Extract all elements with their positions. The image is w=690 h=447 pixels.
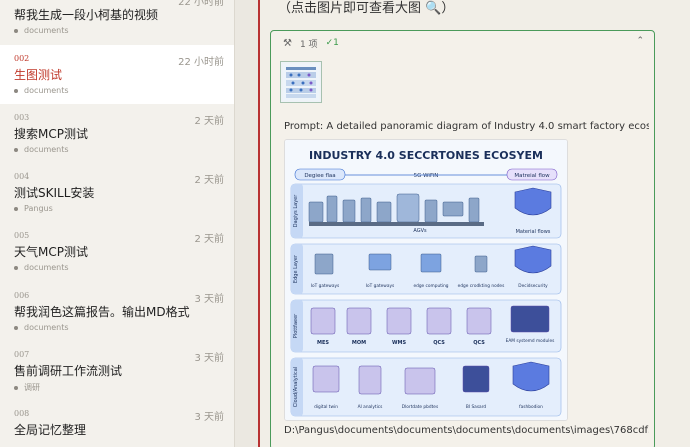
item-count: 1 项 (299, 39, 318, 50)
conversation-item[interactable]: 004 2 天前 测试SKILL安装 Pangus (0, 163, 234, 222)
conversation-number: 008 (14, 409, 30, 418)
dot-icon (14, 385, 18, 390)
row-label: Edge Layer (293, 254, 299, 283)
conversation-title: 测试SKILL安装 (14, 186, 95, 200)
conversation-tag: 调研 (14, 382, 40, 393)
success-count: ✓1 (325, 38, 339, 48)
image-path: D:\Pangus\documents\documents\documents\… (284, 425, 649, 436)
row-label: Plottfaeer (293, 313, 299, 338)
prompt-text: Prompt: A detailed panoramic diagram of … (284, 121, 649, 132)
row-item-label: edge computing (413, 283, 448, 289)
diagram-title: INDUSTRY 4.0 SECCRTONES ECOSYEM (309, 149, 543, 162)
conversation-number: 007 (14, 350, 30, 359)
conversation-number: 003 (14, 113, 30, 122)
conversation-title: 全局记忆整理 (14, 423, 87, 437)
image-thumbnail[interactable] (280, 61, 322, 103)
chat-main: （点击图片即可查看大图 🔍） ⚒ 1 项 ✓1 ⌃ Prompt: A deta… (260, 0, 690, 447)
conversation-tag-label: documents (24, 263, 69, 272)
thumbnail-graphic (283, 64, 319, 100)
conversation-title: 帮我生成一段小柯基的视频 (14, 8, 159, 22)
conversation-tag: documents (14, 26, 69, 35)
conversation-tag-label: documents (24, 26, 69, 35)
conversation-number: 005 (14, 231, 30, 240)
conversation-item[interactable]: 003 2 天前 搜索MCP测试 documents (0, 104, 234, 163)
conversation-item[interactable]: 005 2 天前 天气MCP测试 documents (0, 222, 234, 281)
conversation-time: 22 小时前 (178, 0, 224, 8)
conversation-tag-label: documents (24, 86, 69, 95)
row-label: Dagiys Layer (293, 194, 299, 228)
dot-icon (14, 265, 18, 270)
conversation-item[interactable]: 006 3 天前 帮我润色这篇报告。输出MD格式 documents (0, 282, 234, 341)
row-item-label: QCS (473, 340, 485, 346)
app-window: 22 小时前 帮我生成一段小柯基的视频 documents 002 22 小时前… (0, 0, 690, 447)
dot-icon (14, 206, 18, 211)
conversation-tag: documents (14, 263, 69, 272)
conversation-sidebar: 22 小时前 帮我生成一段小柯基的视频 documents 002 22 小时前… (0, 0, 234, 447)
conversation-time: 2 天前 (194, 175, 224, 186)
conversation-title: 生图测试 (14, 68, 63, 82)
row-label: Cloud/Analytical (293, 367, 299, 408)
row-item-label: AI analytics (358, 404, 384, 410)
conversation-tag: documents (14, 323, 69, 332)
row-item-label: MOM (352, 340, 366, 346)
top-label: 5G WiFiN (414, 173, 439, 179)
conversation-tag-label: Pangus (24, 204, 53, 213)
dot-icon (14, 88, 18, 93)
conversation-tag: Pangus (14, 204, 53, 213)
row-item-label: QCS (433, 340, 445, 346)
conversation-title: 售前调研工作流测试 (14, 364, 123, 378)
conversation-title: 搜索MCP测试 (14, 127, 88, 141)
row-item-label: EAM systemd modules (506, 338, 555, 344)
generated-image[interactable]: INDUSTRY 4.0 SECCRTONES ECOSYEM Degiee f… (284, 139, 568, 421)
top-label: Matreial flow (514, 173, 550, 179)
conversation-title: 天气MCP测试 (14, 245, 88, 259)
conversation-time: 2 天前 (194, 234, 224, 245)
dot-icon (14, 147, 18, 152)
row-item-label: WMS (392, 340, 406, 346)
conversation-tag-label: documents (24, 145, 69, 154)
row-item-label: edge crodkting nodes (458, 283, 505, 289)
tool-result-card: ⚒ 1 项 ✓1 ⌃ Prompt: A detailed panoramic … (270, 30, 655, 447)
conversation-item[interactable]: 008 3 天前 全局记忆整理 (0, 400, 234, 447)
conversation-item-active[interactable]: 002 22 小时前 生图测试 documents (0, 45, 234, 104)
conversation-tag: documents (14, 86, 69, 95)
conversation-tag: documents (14, 145, 69, 154)
row-item-label: IoT gateways (311, 283, 340, 289)
row-item-label: fashbodion (519, 404, 543, 410)
row-item-label: AGVs (413, 228, 427, 234)
row-item-label: Dlortdate pbdtes (402, 404, 439, 410)
conversation-time: 2 天前 (194, 116, 224, 127)
conversation-tag-label: documents (24, 323, 69, 332)
row-item-label: BI Sasard (466, 404, 487, 410)
conversation-time: 3 天前 (194, 353, 224, 364)
industry-diagram: INDUSTRY 4.0 SECCRTONES ECOSYEM Degiee f… (285, 140, 567, 420)
conversation-number: 006 (14, 291, 30, 300)
conversation-item[interactable]: 007 3 天前 售前调研工作流测试 调研 (0, 341, 234, 400)
conversation-title: 帮我润色这篇报告。输出MD格式 (14, 305, 190, 319)
card-header[interactable]: ⚒ 1 项 ✓1 ⌃ (271, 31, 654, 55)
image-hint: （点击图片即可查看大图 🔍） (278, 1, 455, 16)
dot-icon (14, 28, 18, 33)
conversation-time: 22 小时前 (178, 57, 224, 68)
conversation-item[interactable]: 22 小时前 帮我生成一段小柯基的视频 documents (0, 0, 234, 44)
row-item-label: digital twin (314, 404, 338, 410)
panel-divider[interactable] (234, 0, 260, 447)
row-item-label: Material flows (516, 229, 551, 235)
row-item-label: IoT gateways (366, 283, 395, 289)
top-label: Degiee flaa (304, 173, 335, 179)
conversation-number: 004 (14, 172, 30, 181)
row-item-label: MES (317, 340, 329, 346)
conversation-number: 002 (14, 54, 30, 63)
conversation-tag-label: 调研 (24, 383, 40, 392)
conversation-time: 3 天前 (194, 412, 224, 423)
dot-icon (14, 325, 18, 330)
tool-icon: ⚒ (283, 37, 292, 49)
chevron-up-icon[interactable]: ⌃ (636, 36, 644, 46)
conversation-time: 3 天前 (194, 294, 224, 305)
row-item-label: Decidsecurity (518, 283, 548, 289)
